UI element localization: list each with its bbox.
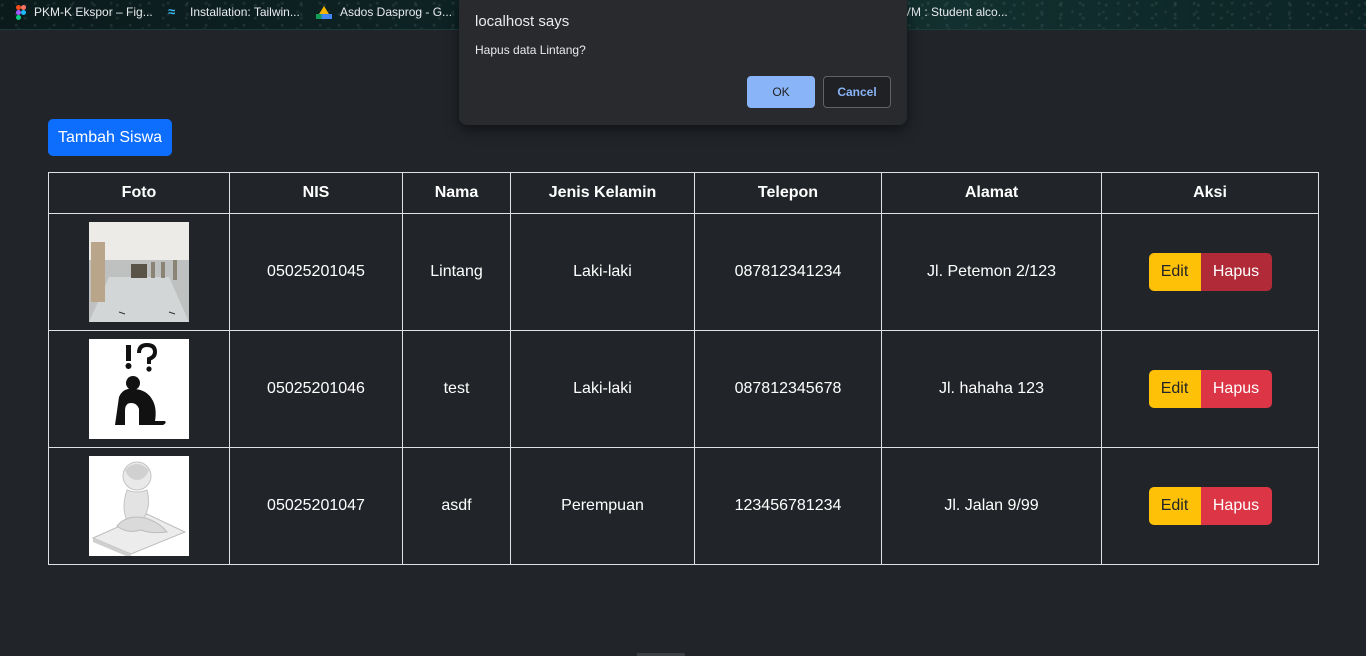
confused-person-silhouette (89, 339, 189, 439)
table-header-row: Foto NIS Nama Jenis Kelamin Telepon Alam… (48, 172, 1319, 214)
cell-foto (48, 330, 230, 448)
cell-nama: Lintang (402, 213, 511, 331)
header-aksi: Aksi (1101, 172, 1319, 214)
bookmark-vm[interactable]: VM : Student alco... (903, 3, 1008, 21)
table-row: 05025201046 test Laki-laki 087812345678 … (48, 330, 1319, 448)
edit-button[interactable]: Edit (1148, 370, 1201, 408)
bookmark-label: VM : Student alco... (903, 5, 1008, 19)
bookmark-figma[interactable]: PKM-K Ekspor – Fig... (16, 3, 153, 21)
bookmark-label: PKM-K Ekspor – Fig... (34, 5, 153, 19)
cell-telepon: 087812345678 (694, 330, 882, 448)
bookmark-label: Asdos Dasprog - G... (340, 5, 453, 19)
students-table: Foto NIS Nama Jenis Kelamin Telepon Alam… (48, 172, 1319, 565)
cancel-button[interactable]: Cancel (823, 76, 891, 108)
edit-button[interactable]: Edit (1148, 253, 1201, 291)
bookmark-drive[interactable]: Asdos Dasprog - G... (316, 3, 452, 21)
table-row: 05025201045 Lintang Laki-laki 0878123412… (48, 213, 1319, 331)
header-foto: Foto (48, 172, 230, 214)
cell-nis: 05025201046 (229, 330, 403, 448)
action-group: Edit Hapus (1148, 487, 1272, 525)
cell-nis: 05025201047 (229, 447, 403, 565)
edit-button[interactable]: Edit (1148, 487, 1201, 525)
cell-foto (48, 447, 230, 565)
delete-button[interactable]: Hapus (1200, 370, 1272, 408)
cell-nama: asdf (402, 447, 511, 565)
tailwind-icon: ≈ (168, 4, 176, 19)
cell-aksi: Edit Hapus (1101, 213, 1319, 331)
delete-button[interactable]: Hapus (1200, 253, 1272, 291)
header-nis: NIS (229, 172, 403, 214)
stressed-figure-3d (89, 456, 189, 556)
cell-nis: 05025201045 (229, 213, 403, 331)
delete-button[interactable]: Hapus (1200, 487, 1272, 525)
cell-foto (48, 213, 230, 331)
cell-jenis-kelamin: Perempuan (510, 447, 695, 565)
add-student-button[interactable]: Tambah Siswa (48, 119, 172, 156)
bookmark-tailwind[interactable]: ≈ Installation: Tailwin... (168, 3, 300, 21)
header-nama: Nama (402, 172, 511, 214)
header-jenis-kelamin: Jenis Kelamin (510, 172, 695, 214)
action-group: Edit Hapus (1148, 253, 1272, 291)
cell-jenis-kelamin: Laki-laki (510, 330, 695, 448)
cell-aksi: Edit Hapus (1101, 330, 1319, 448)
cell-telepon: 087812341234 (694, 213, 882, 331)
bookmark-label: Installation: Tailwin... (190, 5, 300, 19)
header-telepon: Telepon (694, 172, 882, 214)
cell-jenis-kelamin: Laki-laki (510, 213, 695, 331)
action-group: Edit Hapus (1148, 370, 1272, 408)
cell-alamat: Jl. Petemon 2/123 (881, 213, 1102, 331)
dialog-title: localhost says (475, 13, 570, 30)
hallway-photo (89, 222, 189, 322)
cell-aksi: Edit Hapus (1101, 447, 1319, 565)
table-row: 05025201047 asdf Perempuan 123456781234 … (48, 447, 1319, 565)
cell-nama: test (402, 330, 511, 448)
cell-alamat: Jl. hahaha 123 (881, 330, 1102, 448)
google-drive-icon (316, 5, 332, 19)
figma-icon (16, 5, 26, 20)
ok-button[interactable]: OK (747, 76, 815, 108)
dialog-message: Hapus data Lintang? (475, 43, 586, 57)
header-alamat: Alamat (881, 172, 1102, 214)
cell-telepon: 123456781234 (694, 447, 882, 565)
cell-alamat: Jl. Jalan 9/99 (881, 447, 1102, 565)
confirm-dialog: localhost says Hapus data Lintang? OK Ca… (459, 0, 907, 125)
